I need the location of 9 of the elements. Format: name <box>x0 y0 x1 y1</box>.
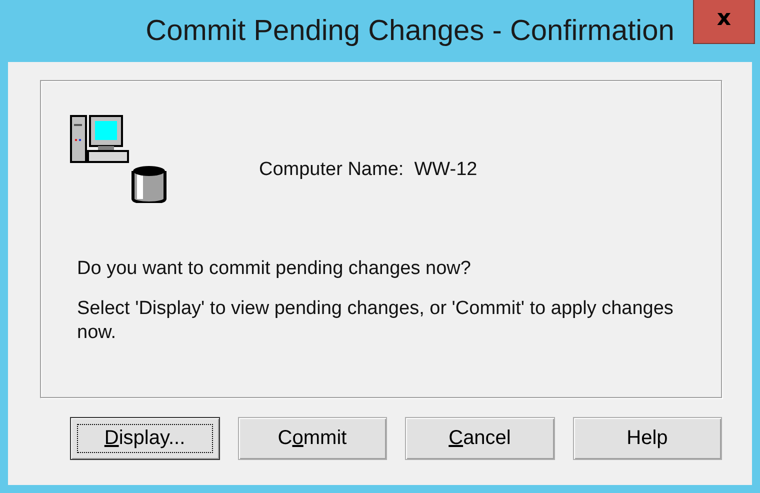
window-title: Commit Pending Changes - Confirmation <box>146 14 674 48</box>
instruction-text: Select 'Display' to view pending changes, or 'Commit' to apply changes now. <box>77 297 674 345</box>
dialog-button[interactable]: Help <box>572 417 722 460</box>
dialog-button[interactable]: Cancel <box>405 417 554 460</box>
dialog-button[interactable]: Commit <box>238 417 387 460</box>
close-button[interactable]: x <box>693 0 755 44</box>
question-text: Do you want to commit pending changes now? <box>77 257 472 281</box>
computer-name-label: Computer Name: WW-12 <box>259 159 478 181</box>
dialog-button[interactable]: Display... <box>70 417 220 460</box>
